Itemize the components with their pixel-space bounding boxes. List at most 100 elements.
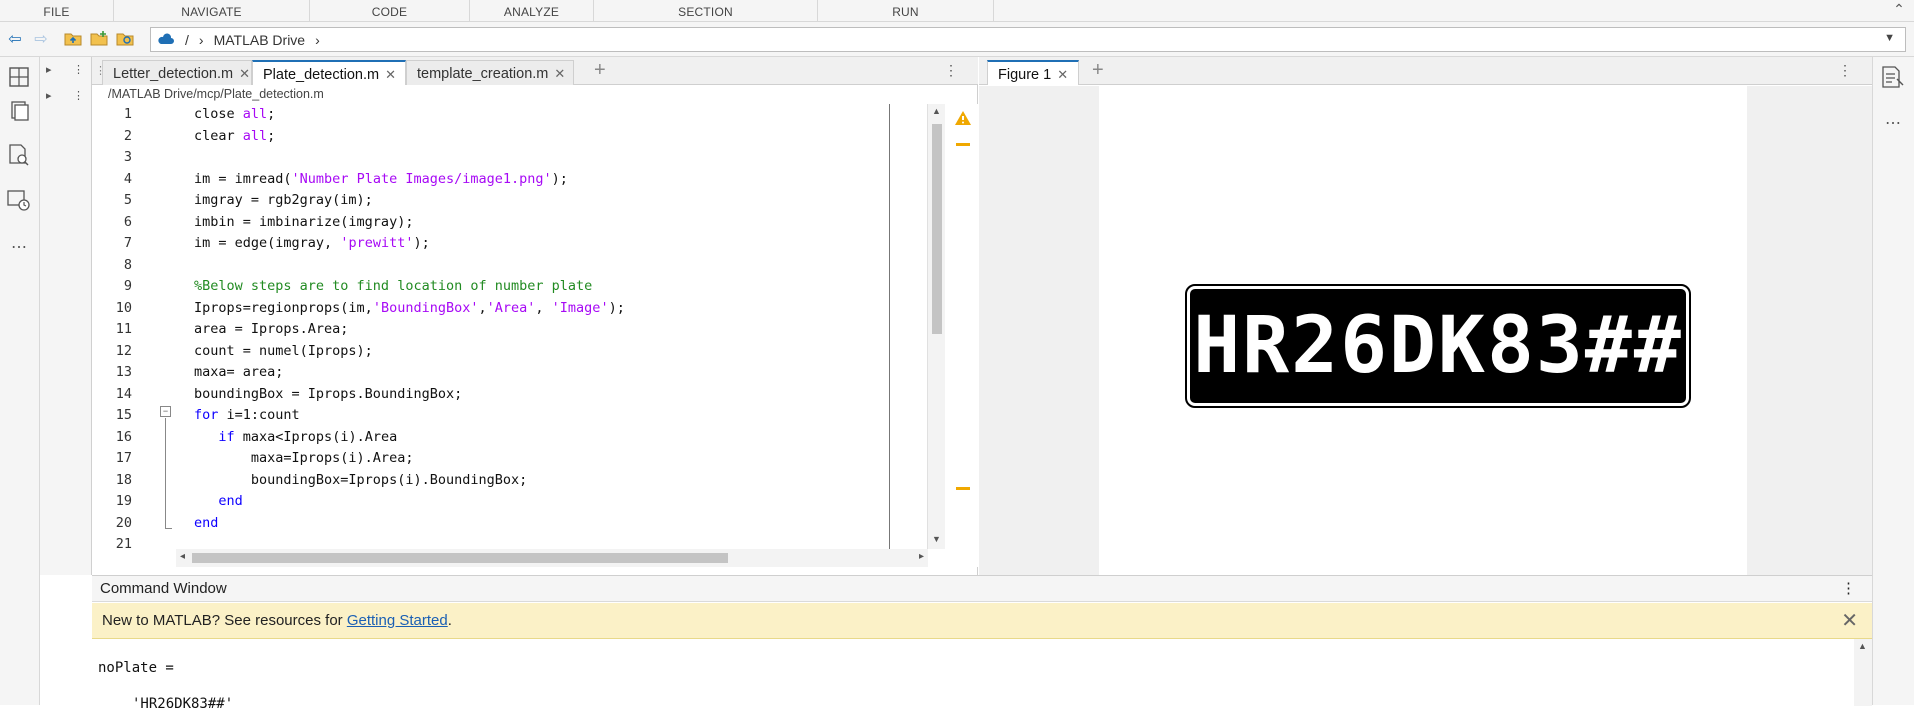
tab-figure-1[interactable]: Figure 1 ✕ xyxy=(987,60,1079,85)
code-line: imgray = rgb2gray(im); xyxy=(194,192,373,208)
vertical-scrollbar[interactable]: ▲ xyxy=(1854,639,1872,706)
left-sidebar: ⋯ xyxy=(0,57,40,705)
scroll-up-icon[interactable]: ▲ xyxy=(932,106,941,116)
vertical-dots-icon[interactable]: ⋮ xyxy=(1841,576,1856,602)
code-line: im = imread('Number Plate Images/image1.… xyxy=(194,171,568,187)
code-line: %Below steps are to find location of num… xyxy=(194,278,593,294)
warning-marker[interactable] xyxy=(956,143,970,146)
horizontal-scrollbar[interactable]: ◂ ▸ xyxy=(176,549,928,567)
command-history-icon[interactable] xyxy=(5,187,33,215)
breadcrumb-matlab-drive[interactable]: MATLAB Drive xyxy=(214,32,306,48)
command-window: Command Window ⋮ New to MATLAB? See reso… xyxy=(92,575,1872,712)
back-arrow-icon[interactable]: ⇦ xyxy=(4,30,26,50)
new-folder-icon[interactable] xyxy=(88,30,110,50)
vertical-dots-icon[interactable]: ⋮ xyxy=(73,89,84,113)
tab-label: template_creation.m xyxy=(417,66,549,82)
chevron-right-icon[interactable]: › xyxy=(315,32,320,48)
command-output-value: 'HR26DK83##' xyxy=(132,696,234,712)
scroll-up-icon[interactable]: ▲ xyxy=(1858,641,1867,651)
line-number: 3 xyxy=(123,149,132,165)
scroll-right-icon[interactable]: ▸ xyxy=(919,551,924,562)
figure-panel: Figure 1 ✕ + ⋮ HR26DK83## xyxy=(979,57,1872,575)
code-line: if maxa<Iprops(i).Area xyxy=(218,429,398,445)
editor-panel: ⋮⋮ Letter_detection.m✕ Plate_detection.m… xyxy=(92,57,978,575)
line-number: 6 xyxy=(123,214,132,230)
editor-tab-bar: ⋮⋮ Letter_detection.m✕ Plate_detection.m… xyxy=(92,57,978,85)
warning-marker[interactable] xyxy=(956,487,970,490)
tab-code[interactable]: CODE xyxy=(310,0,470,22)
add-figure-icon[interactable]: + xyxy=(1092,59,1104,82)
expand-panel-row[interactable]: ▸ ⋮ xyxy=(46,89,90,113)
vertical-dots-icon[interactable]: ⋮ xyxy=(73,63,84,87)
warning-icon[interactable] xyxy=(954,110,972,129)
figure-tab-bar: Figure 1 ✕ + ⋮ xyxy=(979,57,1872,85)
code-analyzer-icon[interactable] xyxy=(5,141,33,169)
tab-run[interactable]: RUN xyxy=(818,0,994,22)
vertical-dots-icon[interactable]: ⋮ xyxy=(944,62,958,79)
chevron-down-icon[interactable]: ▼ xyxy=(1884,32,1895,44)
tab-analyze[interactable]: ANALYZE xyxy=(470,0,594,22)
code-line: Iprops=regionprops(im,'BoundingBox','Are… xyxy=(194,300,625,316)
browse-folder-icon[interactable] xyxy=(114,30,136,50)
line-number: 15 xyxy=(115,407,132,423)
line-number: 13 xyxy=(115,364,132,380)
up-folder-icon[interactable] xyxy=(62,30,84,50)
code-line: count = numel(Iprops); xyxy=(194,343,373,359)
property-inspector-icon[interactable] xyxy=(1879,63,1907,91)
getting-started-link[interactable]: Getting Started xyxy=(347,612,448,629)
vertical-scrollbar[interactable]: ▲ ▼ xyxy=(927,104,945,549)
forward-arrow-icon[interactable]: ⇨ xyxy=(30,30,52,50)
path-separator: / xyxy=(185,31,189,48)
line-number: 8 xyxy=(123,257,132,273)
tab-letter-detection[interactable]: Letter_detection.m ✕ xyxy=(102,60,252,85)
line-number: 4 xyxy=(123,171,132,187)
more-options-icon[interactable]: ⋯ xyxy=(5,233,33,261)
tab-template-creation[interactable]: template_creation.m ✕ xyxy=(406,60,574,85)
close-icon[interactable]: ✕ xyxy=(1841,603,1858,639)
scrollbar-thumb[interactable] xyxy=(192,553,728,563)
current-folder-field[interactable]: / › MATLAB Drive › ▼ xyxy=(150,27,1906,52)
line-number: 7 xyxy=(123,235,132,251)
tab-label: Figure 1 xyxy=(998,67,1052,83)
line-number: 5 xyxy=(123,192,132,208)
file-path: /MATLAB Drive/mcp/Plate_detection.m xyxy=(108,87,324,101)
code-editor[interactable]: close all; clear all; im = imread('Numbe… xyxy=(176,104,960,549)
line-number: 2 xyxy=(123,128,132,144)
code-line: end xyxy=(194,515,219,531)
tab-plate-detection[interactable]: Plate_detection.m ✕ xyxy=(252,60,406,85)
vertical-dots-icon[interactable]: ⋮ xyxy=(1838,62,1852,79)
close-icon[interactable]: ✕ xyxy=(1057,67,1068,82)
close-icon[interactable]: ✕ xyxy=(554,66,565,81)
scroll-left-icon[interactable]: ◂ xyxy=(180,551,185,562)
code-line: end xyxy=(218,493,243,509)
line-number: 19 xyxy=(115,493,132,509)
banner-text-end: . xyxy=(447,612,452,629)
line-number: 20 xyxy=(115,515,132,531)
getting-started-banner: New to MATLAB? See resources for Getting… xyxy=(92,603,1872,639)
chevron-right-icon[interactable]: ▸ xyxy=(46,89,52,113)
fold-toggle-icon[interactable]: − xyxy=(160,406,171,417)
collapse-toolstrip-icon[interactable]: ⌃ xyxy=(1890,1,1908,19)
right-sidebar: ⋯ xyxy=(1872,57,1914,705)
line-number: 14 xyxy=(115,386,132,402)
line-number: 11 xyxy=(115,321,132,337)
line-number: 1 xyxy=(123,106,132,122)
close-icon[interactable]: ✕ xyxy=(385,67,396,82)
tab-label: Letter_detection.m xyxy=(113,66,234,82)
workspace-panel-icon[interactable] xyxy=(5,97,33,125)
chevron-right-icon[interactable]: ▸ xyxy=(46,63,52,87)
figure-axes[interactable]: HR26DK83## xyxy=(1099,86,1747,575)
command-window-title: Command Window ⋮ xyxy=(92,576,1872,602)
tab-navigate[interactable]: NAVIGATE xyxy=(114,0,310,22)
add-tab-icon[interactable]: + xyxy=(594,59,606,82)
more-options-icon[interactable]: ⋯ xyxy=(1879,109,1907,137)
fold-guide xyxy=(165,418,166,528)
files-panel-icon[interactable] xyxy=(5,63,33,91)
scroll-down-icon[interactable]: ▼ xyxy=(932,534,941,544)
expand-panel-row[interactable]: ▸ ⋮ xyxy=(46,63,90,87)
tab-file[interactable]: FILE xyxy=(0,0,114,22)
close-icon[interactable]: ✕ xyxy=(239,66,250,81)
fold-guide-end xyxy=(165,528,172,529)
tab-section[interactable]: SECTION xyxy=(594,0,818,22)
scrollbar-thumb[interactable] xyxy=(932,124,942,334)
